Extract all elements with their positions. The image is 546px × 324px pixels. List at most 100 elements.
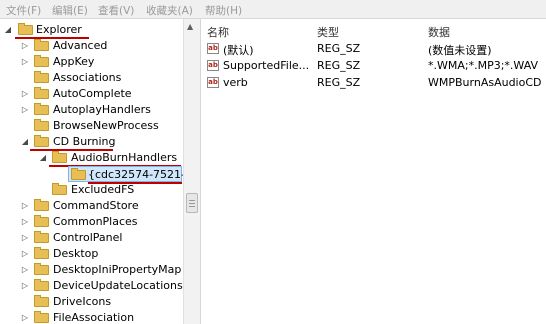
tree-node-label: Explorer [36,23,82,36]
tree-node-audioburnhandlers[interactable]: ◢ AudioBurnHandlers [0,150,182,166]
tree-node-commonplaces[interactable]: ▷ CommonPlaces [0,214,182,230]
tree-node-cd-burning[interactable]: ◢ CD Burning [0,134,182,150]
collapsed-arrow-icon[interactable]: ▷ [20,38,30,54]
tree-node-autoplayhandlers[interactable]: ▷ AutoplayHandlers [0,102,182,118]
collapsed-arrow-icon[interactable]: ▷ [20,278,30,294]
tree-node-label: AutoComplete [53,87,132,100]
tree-node-associations[interactable]: Associations [0,70,182,86]
folder-icon [34,279,49,291]
menu-file[interactable]: 文件(F) [6,3,41,18]
folder-icon [34,263,49,275]
folder-icon [34,55,49,67]
tree-node-advanced[interactable]: ▷ Advanced [0,38,182,54]
menu-favorites[interactable]: 收藏夹(A) [146,3,193,18]
expanded-arrow-icon[interactable]: ◢ [38,150,48,166]
value-data: WMPBurnAsAudioCD [428,76,542,89]
tree-node-label: DriveIcons [53,295,112,308]
menu-bar: 文件(F) 编辑(E) 查看(V) 收藏夹(A) 帮助(H) [0,0,546,19]
menu-edit[interactable]: 编辑(E) [52,3,88,18]
tree-node-label: FileAssociation [53,311,135,324]
tree-node-commandstore[interactable]: ▷ CommandStore [0,198,182,214]
value-data: (数值未设置) [428,44,492,57]
value-type: REG_SZ [317,76,361,89]
folder-icon [34,119,49,131]
folder-icon [34,39,49,51]
tree-node-driveicons[interactable]: DriveIcons [0,294,182,310]
column-header-type[interactable]: 类型 [317,24,339,40]
grip-line [189,203,195,204]
tree-node-label: Desktop [53,247,99,260]
tree-node-label: Associations [53,71,122,84]
registry-string-icon: ab [207,60,219,71]
folder-icon [34,135,49,147]
tree-node-desktopinipropertymap[interactable]: ▷ DesktopIniPropertyMap [0,262,182,278]
tree-node-label: CommandStore [53,199,139,212]
tree-node-cdc32574[interactable]: {cdc32574-7521-4 [68,166,186,182]
tree-node-label: {cdc32574-7521-4 [88,168,186,181]
folder-icon [34,295,49,307]
tree-node-label: CommonPlaces [53,215,138,228]
folder-icon [34,199,49,211]
tree-node-label: CD Burning [53,135,116,148]
folder-icon [52,151,67,163]
collapsed-arrow-icon[interactable]: ▷ [20,246,30,262]
folder-icon [34,215,49,227]
tree-node-desktop[interactable]: ▷ Desktop [0,246,182,262]
menu-view[interactable]: 查看(V) [98,3,134,18]
registry-string-icon: ab [207,77,219,88]
folder-icon [34,71,49,83]
tree-node-label: DeviceUpdateLocations [53,279,183,292]
menu-help[interactable]: 帮助(H) [205,3,242,18]
scrollbar-thumb[interactable] [186,193,198,213]
value-row[interactable]: ab (默认) REG_SZ (数值未设置) [201,41,546,58]
folder-icon [34,87,49,99]
tree-node-autocomplete[interactable]: ▷ AutoComplete [0,86,182,102]
tree-node-label: AppKey [53,55,95,68]
values-list: 名称 类型 数据 ab (默认) REG_SZ (数值未设置) ab Suppo… [201,19,546,324]
value-row[interactable]: ab SupportedFile... REG_SZ *.WMA;*.MP3;*… [201,58,546,75]
value-name: SupportedFile... [223,59,310,72]
value-row[interactable]: ab verb REG_SZ WMPBurnAsAudioCD [201,75,546,92]
collapsed-arrow-icon[interactable]: ▷ [20,262,30,278]
column-header-name[interactable]: 名称 [207,24,229,40]
grip-line [189,206,195,207]
tree-node-browsenewprocess[interactable]: BrowseNewProcess [0,118,182,134]
tree-node-explorer[interactable]: ◢ Explorer [0,22,182,38]
folder-icon [34,311,49,323]
value-type: REG_SZ [317,42,361,55]
tree-node-label: AutoplayHandlers [53,103,151,116]
tree-node-label: ExcludedFS [71,183,135,196]
collapsed-arrow-icon[interactable]: ▷ [20,214,30,230]
value-name: verb [223,76,248,89]
value-name: (默认) [223,44,254,57]
tree-node-label: DesktopIniPropertyMap [53,263,182,276]
scroll-up-arrow-icon[interactable]: ▲ [187,22,193,31]
collapsed-arrow-icon[interactable]: ▷ [20,198,30,214]
collapsed-arrow-icon[interactable]: ▷ [20,230,30,246]
folder-icon [34,247,49,259]
collapsed-arrow-icon[interactable]: ▷ [20,54,30,70]
column-header-data[interactable]: 数据 [428,24,450,40]
tree-node-deviceupdatelocations[interactable]: ▷ DeviceUpdateLocations [0,278,183,294]
tree-scrollbar[interactable]: ▲ [183,19,200,324]
collapsed-arrow-icon[interactable]: ▷ [20,86,30,102]
expanded-arrow-icon[interactable]: ◢ [3,22,13,38]
expanded-arrow-icon[interactable]: ◢ [20,134,30,150]
collapsed-arrow-icon[interactable]: ▷ [20,310,30,324]
tree-node-fileassociation[interactable]: ▷ FileAssociation [0,310,182,324]
folder-icon [18,23,33,35]
tree-node-label: BrowseNewProcess [53,119,159,132]
registry-tree: ◢ Explorer ▷ Advanced ▷ AppKey Associati… [0,19,186,324]
tree-node-appkey[interactable]: ▷ AppKey [0,54,182,70]
folder-icon [71,168,86,180]
folder-icon [34,231,49,243]
collapsed-arrow-icon[interactable]: ▷ [20,102,30,118]
grip-line [189,200,195,201]
tree-node-controlpanel[interactable]: ▷ ControlPanel [0,230,182,246]
tree-node-excludedfs[interactable]: ExcludedFS [0,182,182,198]
registry-string-icon: ab [207,43,219,54]
value-data: *.WMA;*.MP3;*.WAV [428,59,539,72]
folder-icon [52,183,67,195]
value-type: REG_SZ [317,59,361,72]
tree-node-label: ControlPanel [53,231,123,244]
